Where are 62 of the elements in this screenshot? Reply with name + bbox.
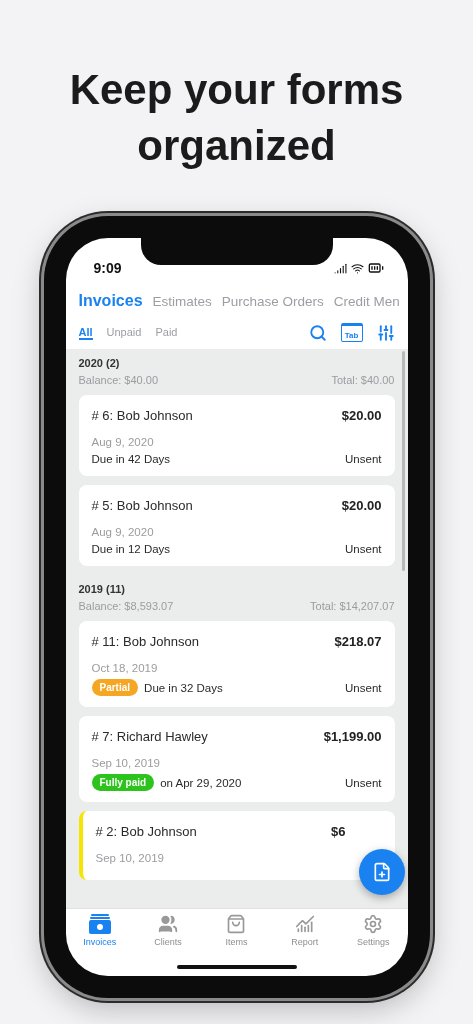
add-invoice-button[interactable] bbox=[358, 849, 405, 895]
send-status: Unsent bbox=[345, 681, 382, 694]
document-tab[interactable]: Estimates bbox=[152, 293, 212, 309]
settings-icon bbox=[363, 914, 384, 934]
document-tab[interactable]: Credit Men bbox=[333, 293, 400, 309]
filter-tab[interactable]: Paid bbox=[155, 325, 178, 340]
invoice-date: Sep 10, 2019 bbox=[95, 852, 165, 864]
filter-icon[interactable] bbox=[376, 323, 395, 342]
document-tab[interactable]: Invoices bbox=[78, 292, 143, 310]
invoice-title: # 5: Bob Johnson bbox=[91, 498, 193, 513]
invoice-amount: $218.07 bbox=[334, 634, 382, 649]
nav-tab[interactable]: Invoices bbox=[70, 914, 129, 954]
bag-icon bbox=[226, 914, 247, 934]
nav-tab[interactable]: Settings bbox=[344, 914, 403, 954]
filter-tab[interactable]: All bbox=[78, 325, 93, 340]
status-badge: Fully paid bbox=[91, 774, 155, 791]
invoice-card[interactable]: # 11: Bob Johnson $218.07 Oct 18, 2019 Partial Due in 32 Days Unsent bbox=[78, 621, 395, 707]
filter-tab[interactable]: Unpaid bbox=[106, 325, 142, 340]
group-balance: Balance: $40.00 bbox=[78, 374, 158, 386]
people-icon bbox=[158, 914, 179, 934]
invoice-title: # 2: Bob Johnson bbox=[95, 824, 197, 839]
document-tab[interactable]: Purchase Orders bbox=[221, 293, 324, 309]
group-title: 2019 (11) bbox=[78, 583, 126, 595]
headline: Keep your forms organized bbox=[68, 65, 405, 171]
status-time: 9:09 bbox=[93, 260, 122, 276]
invoice-date: Oct 18, 2019 bbox=[91, 662, 159, 674]
send-status: Unsent bbox=[345, 453, 382, 465]
invoice-due: Due in 42 Days bbox=[91, 453, 171, 465]
nav-tab[interactable]: Items bbox=[207, 914, 266, 954]
group-balance: Balance: $8,593.07 bbox=[78, 600, 174, 612]
send-status: Unsent bbox=[345, 543, 382, 555]
invoice-card[interactable]: # 6: Bob Johnson $20.00 Aug 9, 2020 Due in 42 Days Unsent bbox=[78, 395, 395, 476]
invoice-card[interactable]: # 7: Richard Hawley $1,199.00 Sep 10, 2019 Fully paid on Apr 29, 2020 Unsent bbox=[78, 716, 395, 802]
invoice-title: # 7: Richard Hawley bbox=[91, 729, 208, 744]
invoice-title: # 6: Bob Johnson bbox=[91, 408, 193, 423]
nav-tab[interactable]: Clients bbox=[139, 914, 198, 954]
send-status: Unsent bbox=[345, 776, 382, 789]
invoice-stack-icon bbox=[88, 914, 111, 934]
group-total: Total: $40.00 bbox=[331, 374, 395, 386]
nav-tab[interactable]: Report bbox=[275, 914, 334, 954]
search-icon[interactable] bbox=[308, 323, 327, 342]
invoice-due: Due in 12 Days bbox=[91, 543, 171, 555]
invoice-title: # 11: Bob Johnson bbox=[91, 634, 199, 649]
battery-icon bbox=[367, 260, 384, 276]
wifi-icon bbox=[350, 261, 364, 275]
tab-view-button[interactable]: Tab bbox=[340, 323, 363, 342]
group-total: Total: $14,207.07 bbox=[310, 600, 395, 612]
invoice-card[interactable]: # 5: Bob Johnson $20.00 Aug 9, 2020 Due in 12 Days Unsent bbox=[78, 485, 395, 566]
invoice-amount: $1,199.00 bbox=[323, 729, 382, 744]
signal-icon bbox=[333, 261, 347, 275]
invoice-amount: $6 bbox=[331, 824, 346, 839]
group-title: 2020 (2) bbox=[78, 357, 121, 369]
invoice-card[interactable]: # 2: Bob Johnson $6 Sep 10, 2019 bbox=[78, 811, 395, 880]
chart-icon bbox=[294, 914, 315, 934]
invoice-due: Due in 32 Days bbox=[144, 681, 223, 694]
invoice-due: on Apr 29, 2020 bbox=[160, 776, 242, 789]
invoice-date: Aug 9, 2020 bbox=[91, 526, 155, 538]
invoice-date: Sep 10, 2019 bbox=[91, 757, 161, 769]
status-badge: Partial bbox=[91, 679, 139, 696]
invoice-amount: $20.00 bbox=[341, 408, 382, 423]
invoice-amount: $20.00 bbox=[341, 498, 382, 513]
invoice-date: Aug 9, 2020 bbox=[91, 436, 155, 448]
